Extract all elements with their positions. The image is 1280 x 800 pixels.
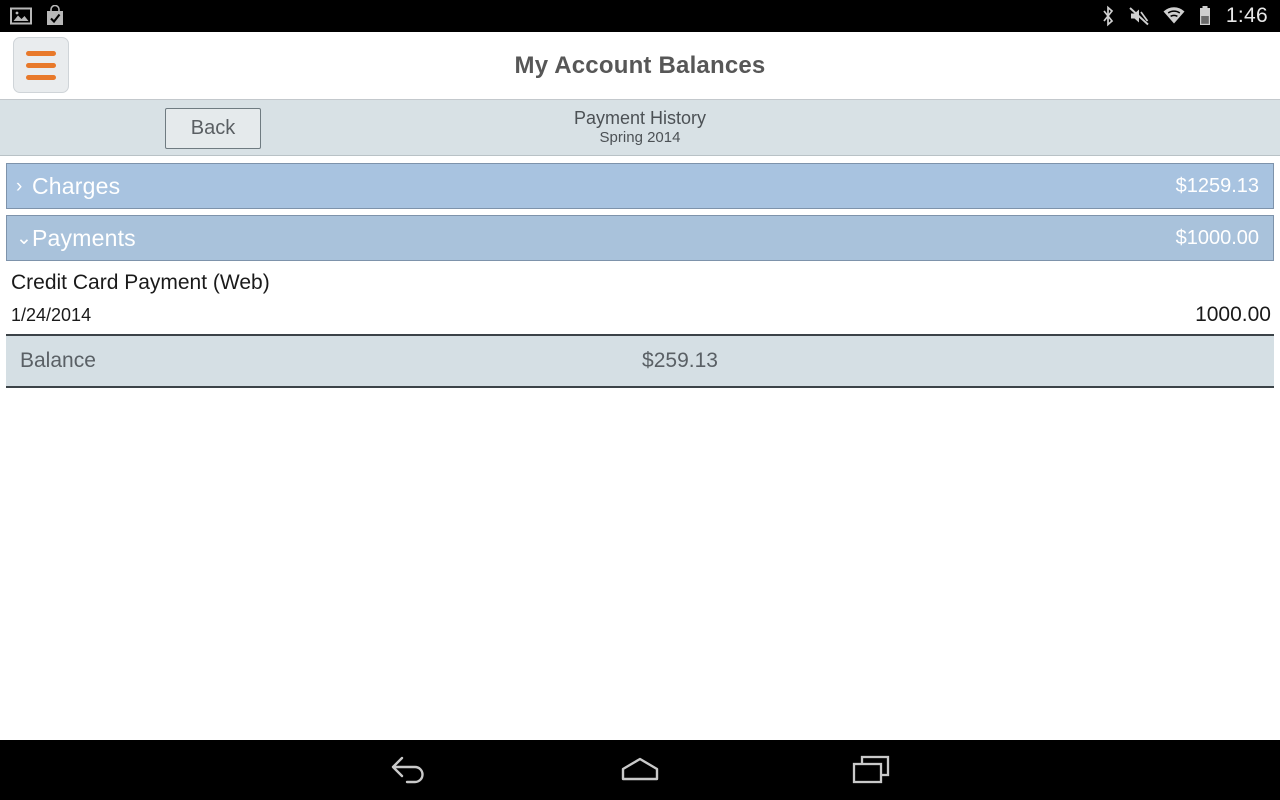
app-header: My Account Balances bbox=[0, 32, 1280, 100]
section-amount-payments: $1000.00 bbox=[1175, 226, 1259, 249]
navigation-back-icon[interactable] bbox=[372, 747, 444, 793]
transaction-amount: 1000.00 bbox=[1195, 303, 1271, 326]
balance-amount: $259.13 bbox=[642, 349, 718, 372]
android-navigation-bar bbox=[0, 740, 1280, 800]
volume-mute-icon bbox=[1128, 5, 1150, 27]
transaction-detail-line: 1/24/2014 1000.00 bbox=[11, 303, 1271, 332]
section-label-payments: Payments bbox=[32, 224, 136, 251]
hamburger-menu-icon[interactable] bbox=[13, 37, 69, 93]
navigation-home-icon[interactable] bbox=[604, 747, 676, 793]
transaction-description: Credit Card Payment (Web) bbox=[11, 271, 270, 294]
sub-header: Back Payment History Spring 2014 bbox=[0, 100, 1280, 156]
list-item[interactable]: Credit Card Payment (Web) 1/24/2014 1000… bbox=[0, 267, 1280, 334]
image-icon bbox=[10, 6, 32, 26]
status-bar-clock: 1:46 bbox=[1225, 4, 1268, 27]
wifi-icon bbox=[1162, 6, 1186, 26]
balance-label: Balance bbox=[20, 349, 96, 372]
chevron-right-icon: › bbox=[16, 175, 23, 197]
battery-icon bbox=[1198, 5, 1212, 27]
transaction-date: 1/24/2014 bbox=[11, 305, 92, 325]
context-title: Payment History bbox=[573, 107, 707, 128]
context-heading: Payment History Spring 2014 bbox=[0, 107, 1280, 147]
menu-line-1 bbox=[26, 50, 56, 56]
android-screen: 1:46 My Account Balances Back Payment Hi… bbox=[0, 0, 1280, 800]
section-amount-charges: $1259.13 bbox=[1175, 174, 1259, 197]
section-header-payments[interactable]: ⌄ Payments $1000.00 bbox=[6, 215, 1274, 261]
context-subtitle: Spring 2014 bbox=[599, 129, 681, 147]
navigation-recent-apps-icon[interactable] bbox=[836, 747, 908, 793]
checked-bag-icon bbox=[44, 5, 66, 27]
menu-line-2 bbox=[26, 62, 56, 68]
chevron-down-icon: ⌄ bbox=[16, 227, 32, 249]
status-bar: 1:46 bbox=[0, 0, 1280, 32]
page-title: My Account Balances bbox=[514, 51, 766, 79]
menu-line-3 bbox=[26, 74, 56, 80]
bluetooth-icon bbox=[1100, 5, 1116, 27]
balance-row: Balance $259.13 bbox=[6, 334, 1274, 388]
status-bar-notifications bbox=[10, 5, 66, 27]
section-header-charges[interactable]: › Charges $1259.13 bbox=[6, 163, 1274, 209]
status-bar-system-icons: 1:46 bbox=[1100, 4, 1268, 28]
balances-list: › Charges $1259.13 ⌄ Payments $1000.00 C… bbox=[0, 156, 1280, 740]
section-label-charges: Charges bbox=[32, 172, 121, 199]
